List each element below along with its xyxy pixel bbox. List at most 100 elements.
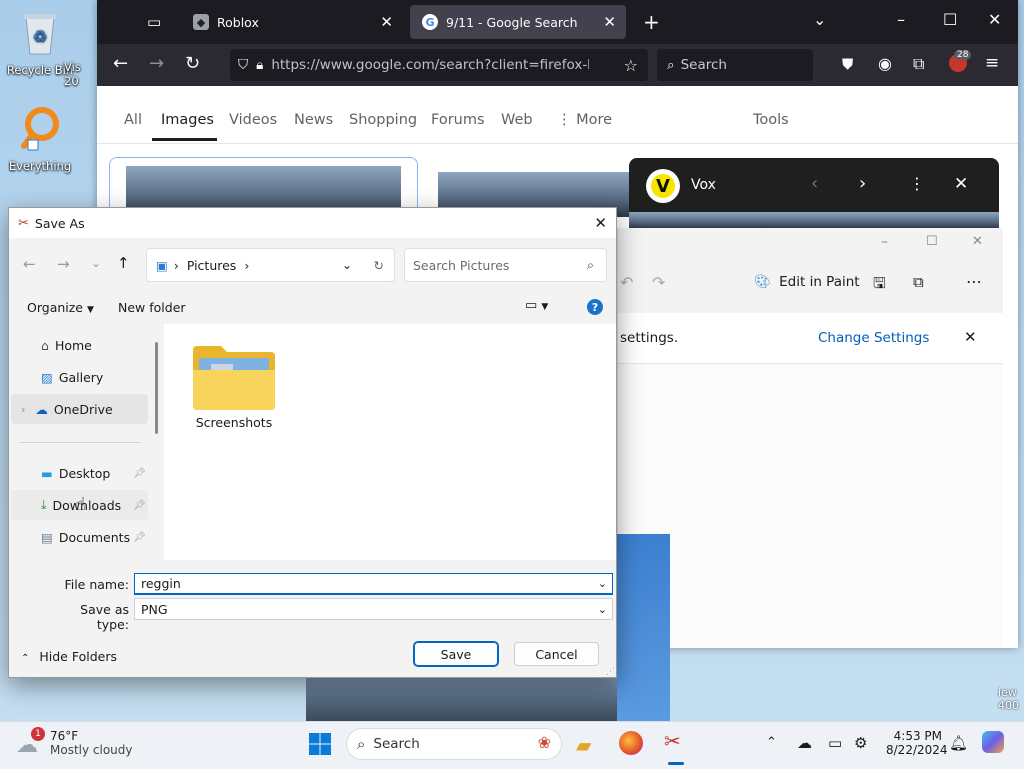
hide-folders-button[interactable]: ⌃ Hide Folders bbox=[21, 649, 117, 664]
url-bar[interactable]: ⛉ 🔒︎ https://www.google.com/search?clien… bbox=[230, 49, 648, 81]
up-folder-icon[interactable]: ↑ bbox=[117, 254, 130, 272]
paint-icon: 🎨︎ bbox=[754, 274, 772, 290]
browser-search-box[interactable]: ⌕ Search bbox=[657, 49, 813, 81]
forward-icon[interactable]: → bbox=[149, 53, 164, 74]
nav-item-gallery[interactable]: ▨ Gallery bbox=[11, 362, 148, 392]
copilot-icon[interactable] bbox=[982, 731, 1004, 753]
organize-button[interactable]: Organize ▼ bbox=[27, 300, 94, 315]
file-explorer-icon[interactable]: ▰ bbox=[576, 733, 591, 757]
google-tab-web[interactable]: Web bbox=[501, 112, 533, 128]
file-name-field[interactable]: reggin ⌄ bbox=[134, 573, 613, 595]
cancel-button[interactable]: Cancel bbox=[514, 642, 599, 666]
reload-icon[interactable]: ↻ bbox=[185, 53, 200, 74]
resize-grip-icon[interactable]: ⋰ bbox=[606, 667, 615, 677]
shield-icon[interactable]: ⛉ bbox=[238, 57, 248, 73]
edge-text-line: iew bbox=[998, 686, 1017, 699]
clock[interactable]: 4:53 PM 8/22/2024 bbox=[886, 729, 948, 757]
pocket-icon[interactable]: ⛊ bbox=[842, 55, 853, 73]
extensions-icon[interactable]: ⧉ bbox=[913, 54, 924, 74]
menu-icon[interactable]: ≡ bbox=[985, 53, 999, 73]
new-tab-icon[interactable]: + bbox=[643, 10, 660, 34]
google-tab-news[interactable]: News bbox=[294, 112, 333, 128]
list-all-tabs-icon[interactable]: ⌄ bbox=[813, 10, 826, 29]
save-icon[interactable]: 🖫︎ bbox=[873, 273, 886, 298]
maximize-icon[interactable]: ☐ bbox=[943, 10, 957, 29]
tab-list-icon[interactable]: ▭ bbox=[147, 13, 161, 31]
tab-google-search[interactable]: G 9/11 - Google Search ✕ bbox=[410, 5, 626, 39]
bookmark-star-icon[interactable]: ☆ bbox=[624, 56, 638, 75]
back-icon[interactable]: ← bbox=[23, 255, 36, 273]
notification-bell-icon[interactable]: 🔔︎ bbox=[949, 734, 968, 752]
chevron-right-icon[interactable]: › bbox=[21, 403, 25, 416]
nav-item-desktop[interactable]: ▬ Desktop 📌︎ bbox=[11, 458, 148, 488]
google-tab-forums[interactable]: Forums bbox=[431, 112, 485, 128]
back-icon[interactable]: ← bbox=[113, 53, 128, 74]
close-icon[interactable]: ✕ bbox=[954, 174, 968, 194]
pin-icon[interactable]: 📌︎ bbox=[133, 468, 146, 479]
close-icon[interactable]: ✕ bbox=[594, 214, 607, 232]
nav-item-onedrive[interactable]: › ☁ OneDrive bbox=[11, 394, 148, 424]
google-tab-all[interactable]: All bbox=[124, 112, 142, 128]
chevron-left-icon[interactable]: ‹ bbox=[811, 173, 818, 194]
minimize-icon[interactable]: – bbox=[897, 10, 905, 29]
google-tab-images[interactable]: Images bbox=[161, 112, 214, 128]
cloud-offline-icon[interactable]: ☁ bbox=[797, 734, 812, 752]
lock-icon[interactable]: 🔒︎ bbox=[256, 57, 263, 73]
close-tab-icon[interactable]: ✕ bbox=[603, 13, 616, 31]
undo-icon[interactable]: ↶ bbox=[620, 273, 633, 292]
refresh-icon[interactable]: ↻ bbox=[374, 258, 384, 273]
more-options-icon[interactable]: ⋯ bbox=[966, 272, 982, 291]
minimize-icon[interactable]: – bbox=[881, 234, 888, 250]
start-button[interactable] bbox=[308, 732, 332, 759]
close-window-icon[interactable]: ✕ bbox=[972, 234, 983, 249]
new-folder-button[interactable]: New folder bbox=[118, 300, 186, 315]
desktop-icon-everything[interactable]: Everything bbox=[0, 104, 80, 173]
google-tab-shopping[interactable]: Shopping bbox=[349, 112, 417, 128]
more-options-icon[interactable]: ⋮ bbox=[909, 174, 925, 193]
nav-item-documents[interactable]: ▤ Documents 📌︎ bbox=[11, 522, 148, 552]
change-settings-link[interactable]: Change Settings bbox=[818, 330, 929, 346]
close-tab-icon[interactable]: ✕ bbox=[380, 13, 393, 31]
chevron-down-icon[interactable]: ⌄ bbox=[598, 603, 607, 616]
display-icon[interactable]: ▭ bbox=[828, 734, 842, 752]
maximize-icon[interactable]: ☐ bbox=[926, 234, 938, 249]
close-icon[interactable]: ✕ bbox=[964, 328, 977, 346]
save-button[interactable]: Save bbox=[413, 641, 499, 667]
search-pictures-box[interactable]: Search Pictures ⌕ bbox=[404, 248, 607, 282]
pin-icon[interactable]: 📌︎ bbox=[133, 500, 146, 511]
chevron-down-icon[interactable]: ⌄ bbox=[342, 258, 352, 272]
selected-tab-underline bbox=[152, 138, 217, 141]
snipping-tool-icon[interactable]: ✂ bbox=[664, 729, 681, 753]
google-tab-more[interactable]: ⋮ More bbox=[557, 112, 612, 128]
save-as-type-select[interactable]: PNG ⌄ bbox=[134, 598, 613, 620]
edit-in-paint-button[interactable]: 🎨︎ Edit in Paint bbox=[754, 274, 860, 290]
dialog-titlebar: ✂ Save As ✕ bbox=[9, 208, 616, 238]
account-icon[interactable]: ◉ bbox=[878, 54, 892, 73]
close-window-icon[interactable]: ✕ bbox=[988, 10, 1001, 29]
redo-icon[interactable]: ↷ bbox=[652, 273, 665, 292]
address-crumb[interactable]: Pictures bbox=[187, 258, 237, 273]
google-tab-videos[interactable]: Videos bbox=[229, 112, 277, 128]
chevron-down-icon[interactable]: ⌄ bbox=[598, 577, 607, 590]
taskbar-search-box[interactable]: ⌕ Search ❀ bbox=[346, 728, 562, 760]
google-tools[interactable]: Tools bbox=[753, 112, 789, 128]
weather-widget[interactable]: 76°F Mostly cloudy bbox=[50, 729, 133, 757]
language-icon[interactable]: ⚙ bbox=[854, 734, 867, 752]
nav-scrollbar[interactable] bbox=[155, 342, 158, 434]
chevron-up-icon[interactable]: ⌃ bbox=[766, 735, 777, 750]
file-name-value[interactable]: reggin bbox=[141, 576, 181, 591]
forward-icon[interactable]: → bbox=[57, 255, 70, 273]
nav-item-label: Downloads bbox=[52, 497, 122, 513]
recent-locations-icon[interactable]: ⌄ bbox=[91, 256, 101, 270]
view-options-icon[interactable]: ▭ ▼ bbox=[525, 298, 548, 313]
url-text[interactable]: https://www.google.com/search?client=fir… bbox=[271, 57, 589, 73]
pin-icon[interactable]: 📌︎ bbox=[133, 532, 146, 543]
firefox-icon[interactable] bbox=[619, 731, 643, 755]
help-icon[interactable]: ? bbox=[587, 299, 603, 315]
folder-item-screenshots[interactable]: Screenshots bbox=[184, 340, 284, 430]
nav-item-home[interactable]: ⌂ Home bbox=[11, 330, 148, 360]
address-bar[interactable]: ▣ › Pictures › ⌄ ↻ bbox=[146, 248, 395, 282]
copy-icon[interactable]: ⧉ bbox=[913, 273, 924, 291]
tab-roblox[interactable]: ◆ Roblox ✕ bbox=[181, 5, 403, 39]
chevron-right-icon[interactable]: › bbox=[859, 173, 866, 194]
